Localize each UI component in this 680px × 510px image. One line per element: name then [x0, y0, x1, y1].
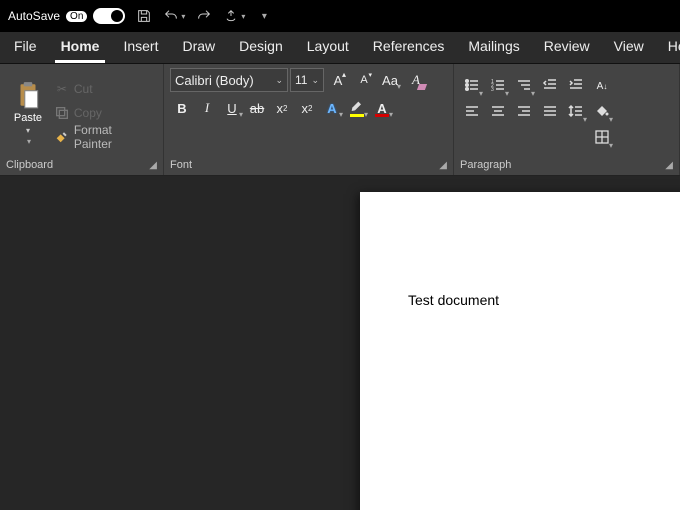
autosave-toggle[interactable]: AutoSave On [8, 8, 125, 24]
document-body-text[interactable]: Test document [408, 292, 680, 308]
paste-button[interactable]: Paste ▾ [6, 68, 50, 157]
clear-formatting-button[interactable]: A [404, 68, 428, 92]
borders-icon [594, 129, 610, 148]
chevron-down-icon: ⌄ [275, 75, 283, 86]
autosave-label: AutoSave [8, 9, 60, 23]
tab-file[interactable]: File [8, 32, 43, 63]
tab-home[interactable]: Home [55, 32, 106, 63]
ribbon: Paste ▾ ✂ Cut Copy Format Painter Clipb [0, 64, 680, 176]
format-painter-label: Format Painter [74, 123, 153, 151]
line-spacing-icon [568, 103, 584, 122]
paintbrush-icon [54, 129, 70, 145]
shading-button[interactable] [590, 101, 614, 125]
ribbon-tabs: File Home Insert Draw Design Layout Refe… [0, 32, 680, 64]
paste-label: Paste [14, 112, 42, 124]
highlight-button[interactable] [345, 96, 369, 120]
underline-button[interactable]: U [220, 96, 244, 120]
format-painter-button[interactable]: Format Painter [50, 126, 157, 148]
group-clipboard: Paste ▾ ✂ Cut Copy Format Painter Clipb [0, 64, 164, 175]
paint-bucket-icon [594, 103, 610, 122]
tab-mailings[interactable]: Mailings [462, 32, 525, 63]
font-size-select[interactable]: 11 ⌄ [290, 68, 324, 92]
autosave-state: On [66, 11, 87, 22]
tab-help[interactable]: Help [662, 32, 680, 63]
font-size-value: 11 [295, 73, 307, 87]
font-dialog-launcher[interactable]: ◢ [439, 160, 447, 171]
align-right-button[interactable] [512, 101, 536, 125]
numbering-button[interactable]: 123 [486, 75, 510, 99]
numbering-icon: 123 [490, 77, 506, 96]
subscript-button[interactable]: x2 [270, 96, 294, 120]
superscript-button[interactable]: x2 [295, 96, 319, 120]
font-color-button[interactable]: A [370, 96, 394, 120]
align-right-icon [516, 103, 532, 122]
font-name-value: Calibri (Body) [175, 73, 254, 88]
copy-label: Copy [74, 106, 102, 120]
text-effects-button[interactable]: A [320, 96, 344, 120]
title-bar: AutoSave On ▾ [0, 0, 680, 32]
justify-icon [542, 103, 558, 122]
quick-access-more-button[interactable] [223, 5, 245, 27]
font-name-select[interactable]: Calibri (Body) ⌄ [170, 68, 288, 92]
justify-button[interactable] [538, 101, 562, 125]
change-case-button[interactable]: Aa [378, 68, 402, 92]
save-icon[interactable] [133, 5, 155, 27]
font-group-label: Font [170, 159, 192, 171]
document-workspace[interactable]: Test document [0, 176, 680, 510]
tab-design[interactable]: Design [233, 32, 289, 63]
scissors-icon: ✂ [54, 81, 70, 97]
svg-text:3: 3 [491, 87, 494, 93]
borders-button[interactable] [590, 127, 614, 151]
bold-button[interactable]: B [170, 96, 194, 120]
toggle-switch-icon [93, 8, 125, 24]
strikethrough-button[interactable]: ab [245, 96, 269, 120]
tab-draw[interactable]: Draw [176, 32, 221, 63]
undo-button[interactable] [163, 5, 185, 27]
tab-insert[interactable]: Insert [117, 32, 164, 63]
tab-references[interactable]: References [367, 32, 451, 63]
clipboard-group-label: Clipboard [6, 159, 53, 171]
paragraph-group-label: Paragraph [460, 159, 511, 171]
chevron-down-icon: ⌄ [311, 75, 319, 86]
clipboard-paste-icon [15, 80, 41, 110]
paragraph-dialog-launcher[interactable]: ◢ [665, 160, 673, 171]
group-font: Calibri (Body)⌄ 11⌄ A▴ A▾ Aa A B I U ab … [164, 64, 454, 175]
indent-icon [568, 77, 584, 96]
multilevel-icon [516, 77, 532, 96]
increase-indent-button[interactable] [564, 75, 588, 99]
align-left-icon [464, 103, 480, 122]
customize-qat-button[interactable]: ▾ [253, 5, 275, 27]
bullets-button[interactable] [460, 75, 484, 99]
align-left-button[interactable] [460, 101, 484, 125]
tab-review[interactable]: Review [538, 32, 596, 63]
group-paragraph: 123 A↓ Paragraph ◢ [454, 64, 680, 175]
line-spacing-button[interactable] [564, 101, 588, 125]
decrease-font-button[interactable]: A▾ [352, 68, 376, 92]
cut-button[interactable]: ✂ Cut [50, 78, 157, 100]
text-effects-icon: A [327, 101, 336, 116]
multilevel-list-button[interactable] [512, 75, 536, 99]
copy-button[interactable]: Copy [50, 102, 157, 124]
increase-font-button[interactable]: A▴ [326, 68, 350, 92]
outdent-icon [542, 77, 558, 96]
clipboard-dialog-launcher[interactable]: ◢ [149, 160, 157, 171]
sort-az-icon: A↓ [597, 81, 608, 92]
document-page[interactable]: Test document [360, 192, 680, 510]
align-center-button[interactable] [486, 101, 510, 125]
sort-button[interactable]: A↓ [590, 75, 614, 99]
tab-view[interactable]: View [608, 32, 650, 63]
copy-icon [54, 105, 70, 121]
decrease-indent-button[interactable] [538, 75, 562, 99]
tab-layout[interactable]: Layout [301, 32, 355, 63]
align-center-icon [490, 103, 506, 122]
redo-button[interactable] [193, 5, 215, 27]
change-case-label: Aa [382, 73, 398, 88]
italic-button[interactable]: I [195, 96, 219, 120]
bullets-icon [464, 77, 480, 96]
cut-label: Cut [74, 82, 93, 96]
